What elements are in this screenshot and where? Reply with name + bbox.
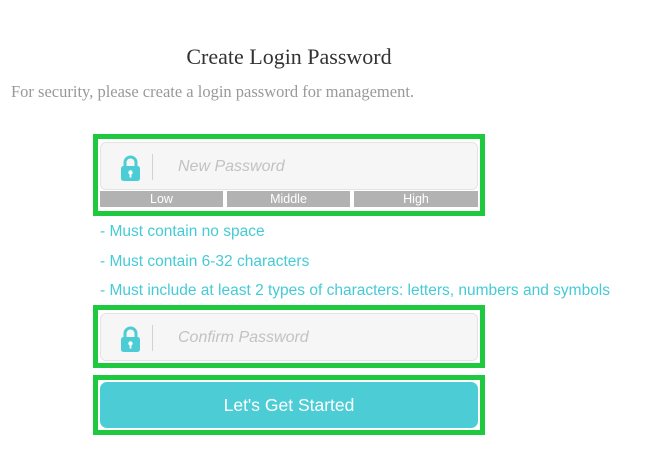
rule-length: - Must contain 6-32 characters [100, 253, 310, 270]
rule-no-space: - Must contain no space [100, 223, 265, 240]
get-started-button[interactable]: Let's Get Started [100, 382, 478, 428]
page-title: Create Login Password [186, 44, 392, 69]
strength-low: Low [100, 191, 223, 207]
strength-middle: Middle [227, 191, 350, 207]
lock-icon [121, 155, 140, 181]
field-separator [152, 325, 153, 351]
field-separator [152, 154, 153, 180]
new-password-input[interactable] [178, 156, 458, 178]
lock-icon [121, 326, 140, 352]
confirm-password-input[interactable] [178, 327, 458, 349]
rule-character-types: - Must include at least 2 types of chara… [100, 282, 611, 299]
strength-high: High [354, 191, 478, 207]
new-password-field[interactable] [100, 142, 478, 190]
page-subtitle: For security, please create a login pass… [11, 82, 415, 101]
confirm-password-field[interactable] [100, 313, 478, 361]
